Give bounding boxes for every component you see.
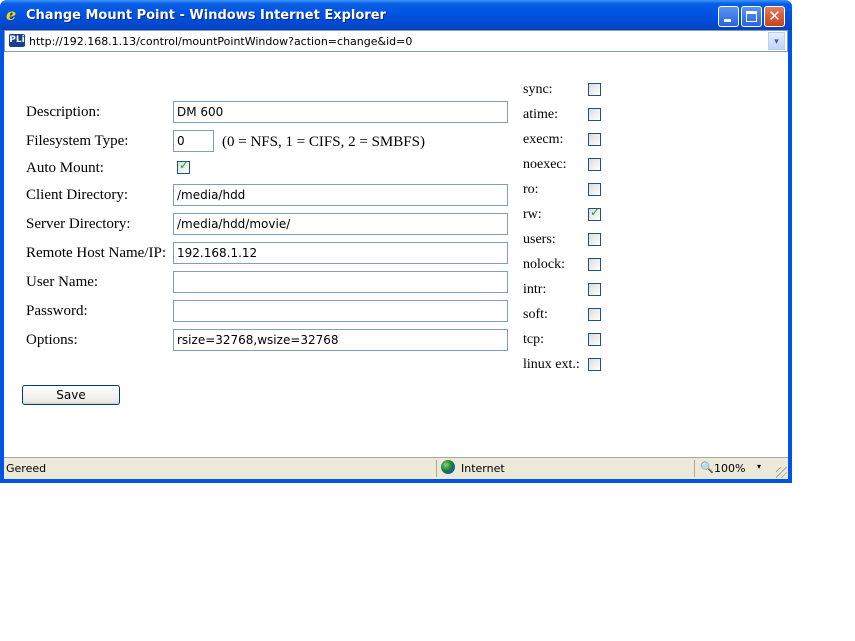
option-noexec-label: noexec: <box>523 157 567 172</box>
option-rw-label: rw: <box>523 207 542 222</box>
auto-mount-checkbox[interactable]: ✓ <box>177 158 190 174</box>
maximize-button[interactable] <box>741 6 762 27</box>
description-input[interactable]: DM 600 <box>173 101 508 123</box>
remote-host-label: Remote Host Name/IP: <box>26 245 166 261</box>
option-linux-ext-checkbox[interactable] <box>588 358 601 371</box>
option-tcp-label: tcp: <box>523 332 544 347</box>
resize-grip-icon[interactable] <box>776 467 787 478</box>
option-nolock-checkbox[interactable] <box>588 258 601 271</box>
status-divider <box>694 460 695 477</box>
option-rw-checkbox[interactable]: ✓ <box>588 205 601 221</box>
server-directory-label: Server Directory: <box>26 216 131 232</box>
option-ro-label: ro: <box>523 182 539 197</box>
option-nolock-label: nolock: <box>523 257 565 272</box>
save-button[interactable]: Save <box>22 385 120 405</box>
security-zone-label[interactable]: Internet <box>461 462 505 475</box>
password-input[interactable] <box>173 300 508 322</box>
filesystem-type-input[interactable]: 0 <box>173 130 214 152</box>
client-directory-label: Client Directory: <box>26 187 129 203</box>
checkmark-icon: ✓ <box>589 205 601 219</box>
title-bar[interactable]: e Change Mount Point - Windows Internet … <box>0 0 792 30</box>
option-ro-checkbox[interactable] <box>588 183 601 196</box>
zoom-magnifier-icon: 🔍 <box>700 461 714 474</box>
status-bar: Gereed Internet 🔍 100% ▾ <box>4 457 788 479</box>
auto-mount-label: Auto Mount: <box>26 160 104 176</box>
site-favicon-icon: PLi <box>9 34 25 47</box>
option-intr-checkbox[interactable] <box>588 283 601 296</box>
remote-host-input[interactable]: 192.168.1.12 <box>173 242 508 264</box>
browser-window: e Change Mount Point - Windows Internet … <box>0 0 792 483</box>
zoom-level[interactable]: 100% <box>714 462 745 475</box>
option-users-checkbox[interactable] <box>588 233 601 246</box>
status-divider <box>436 460 437 477</box>
options-input[interactable]: rsize=32768,wsize=32768 <box>173 329 508 351</box>
option-execm-checkbox[interactable] <box>588 133 601 146</box>
option-soft-checkbox[interactable] <box>588 308 601 321</box>
option-atime-label: atime: <box>523 107 558 122</box>
maximize-icon <box>746 11 757 22</box>
window-title: Change Mount Point - Windows Internet Ex… <box>26 8 386 23</box>
checkmark-icon: ✓ <box>178 158 190 172</box>
minimize-button[interactable] <box>718 6 739 27</box>
option-soft-label: soft: <box>523 307 548 322</box>
option-users-label: users: <box>523 232 556 247</box>
filesystem-type-hint: (0 = NFS, 1 = CIFS, 2 = SMBFS) <box>222 134 425 150</box>
server-directory-input[interactable]: /media/hdd/movie/ <box>173 213 508 235</box>
options-label: Options: <box>26 332 78 348</box>
address-bar[interactable]: PLi http://192.168.1.13/control/mountPoi… <box>4 30 788 52</box>
close-icon: ✕ <box>768 7 781 25</box>
minimize-icon <box>724 19 731 22</box>
address-dropdown-button[interactable]: ▾ <box>768 32 785 50</box>
internet-globe-icon <box>441 460 455 474</box>
address-url[interactable]: http://192.168.1.13/control/mountPointWi… <box>29 35 412 48</box>
user-name-label: User Name: <box>26 274 99 290</box>
option-sync-checkbox[interactable] <box>588 83 601 96</box>
option-tcp-checkbox[interactable] <box>588 333 601 346</box>
zoom-dropdown-icon[interactable]: ▾ <box>757 462 761 471</box>
password-label: Password: <box>26 303 88 319</box>
user-name-input[interactable] <box>173 271 508 293</box>
page-content: Description: DM 600 Filesystem Type: 0 (… <box>4 52 788 457</box>
option-execm-label: execm: <box>523 132 564 147</box>
description-label: Description: <box>26 104 101 120</box>
option-atime-checkbox[interactable] <box>588 108 601 121</box>
ie-logo-icon: e <box>6 5 17 24</box>
filesystem-type-label: Filesystem Type: <box>26 133 129 149</box>
status-text: Gereed <box>6 462 47 475</box>
option-sync-label: sync: <box>523 82 553 97</box>
client-directory-input[interactable]: /media/hdd <box>173 184 508 206</box>
option-intr-label: intr: <box>523 282 547 297</box>
close-button[interactable]: ✕ <box>764 6 785 27</box>
option-noexec-checkbox[interactable] <box>588 158 601 171</box>
option-linux-ext-label: linux ext.: <box>523 357 580 372</box>
